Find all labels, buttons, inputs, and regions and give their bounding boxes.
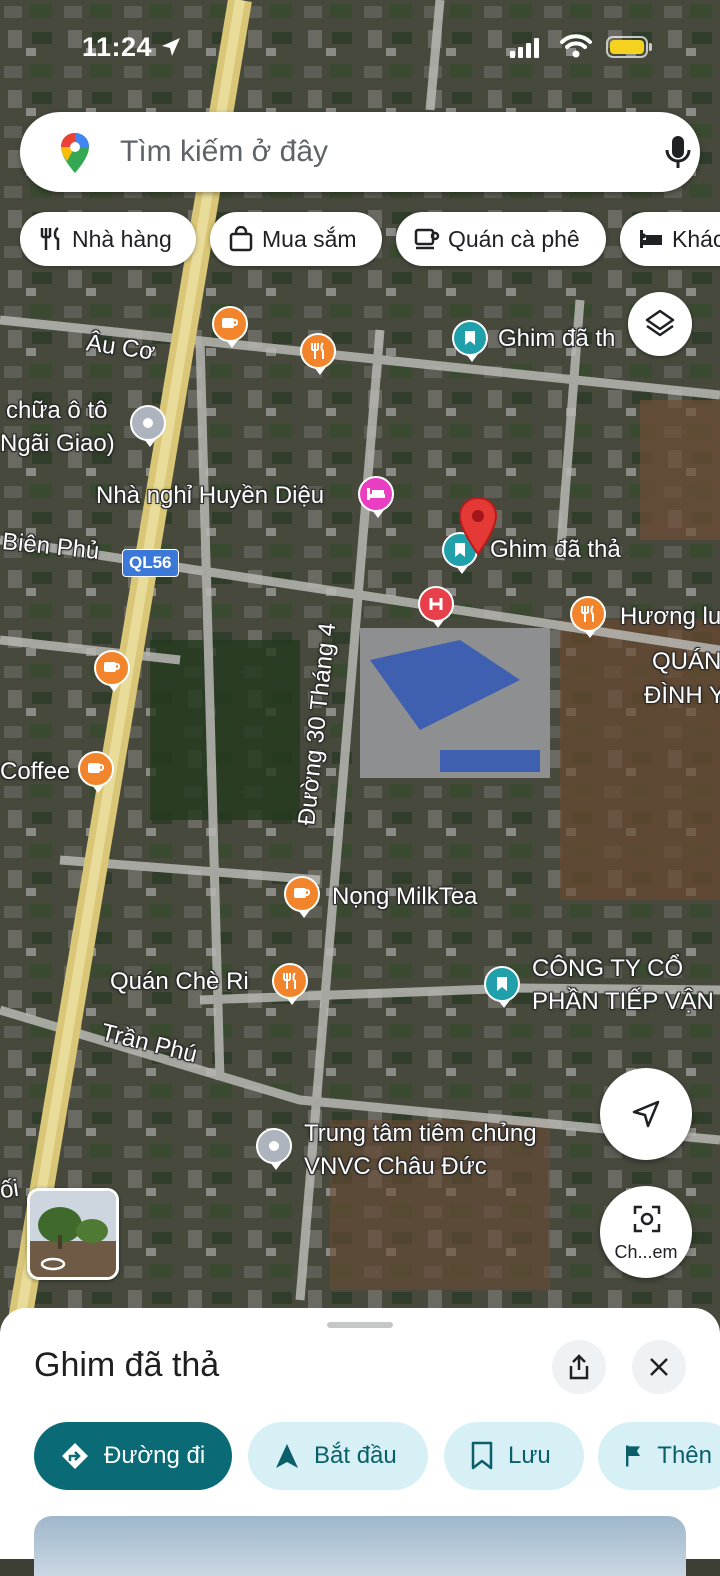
highway-shield-ql56: QL56 xyxy=(122,549,179,577)
wifi-icon xyxy=(560,34,592,58)
coffee-cup-icon xyxy=(414,228,440,250)
chip-hotels[interactable]: Khác xyxy=(620,212,720,266)
place-label-cong-ty-1[interactable]: CÔNG TY CỔ xyxy=(532,955,683,983)
place-label-vnvc-2[interactable]: VNVC Châu Đức xyxy=(304,1153,487,1181)
place-label-coffee[interactable]: Coffee xyxy=(0,758,70,786)
save-button[interactable]: Lưu xyxy=(444,1422,584,1490)
chip-restaurants[interactable]: Nhà hàng xyxy=(20,212,196,266)
chip-label: Mua sắm xyxy=(262,225,357,252)
directions-label: Đường đi xyxy=(104,1442,206,1469)
restaurant-pin[interactable] xyxy=(300,333,336,375)
my-location-button[interactable] xyxy=(600,1068,692,1160)
coffee-cup-icon xyxy=(104,662,120,672)
directions-button[interactable]: Đường đi xyxy=(34,1422,232,1490)
coffee-cup-icon xyxy=(294,888,310,898)
place-label-sua-chua-1[interactable]: chữa ô tô xyxy=(6,397,107,425)
road-label-edge: ối xyxy=(0,1174,21,1205)
layers-icon xyxy=(645,309,675,337)
cafe-pin-coffee[interactable] xyxy=(78,751,114,793)
shopping-bag-icon xyxy=(229,226,253,252)
start-button[interactable]: Bắt đầu xyxy=(248,1422,428,1490)
camera-lens-icon xyxy=(633,1205,661,1233)
location-dot-icon xyxy=(143,418,153,428)
share-button[interactable] xyxy=(552,1340,606,1394)
place-label-che-ri[interactable]: Quán Chè Ri xyxy=(110,968,249,996)
place-label-nha-nghi[interactable]: Nhà nghỉ Huyền Diệu xyxy=(96,482,324,510)
restaurant-pin-huong[interactable] xyxy=(570,596,606,638)
hotel-pin[interactable] xyxy=(358,476,394,518)
cellular-signal-icon xyxy=(510,38,539,58)
place-bottom-sheet: Ghim đã thả Đường đi Bắt đầu Lưu Thên xyxy=(0,1308,720,1576)
category-chips: Nhà hàng Mua sắm Quán cà phê Khác xyxy=(0,212,720,268)
layers-button[interactable] xyxy=(628,292,692,356)
place-label-huong[interactable]: Hương lu xyxy=(620,603,720,631)
bed-icon xyxy=(640,230,662,248)
coffee-cup-icon xyxy=(222,318,238,328)
place-pin-vnvc[interactable] xyxy=(256,1128,292,1170)
location-arrow-icon xyxy=(162,38,180,56)
bed-icon xyxy=(367,488,385,500)
cafe-pin[interactable] xyxy=(212,306,248,348)
status-bar: 11:24 xyxy=(0,0,720,100)
microphone-icon[interactable] xyxy=(664,134,692,172)
fork-knife-icon xyxy=(311,342,324,359)
lens-button-label: Ch...em xyxy=(614,1242,678,1262)
lens-search-button[interactable]: Ch...em xyxy=(600,1186,692,1278)
search-bar[interactable]: Tìm kiếm ở đây xyxy=(20,112,700,192)
chip-label: Khác xyxy=(672,225,720,252)
flag-icon xyxy=(626,1445,641,1467)
save-label: Lưu xyxy=(508,1442,551,1469)
cafe-pin-milktea[interactable] xyxy=(284,876,320,918)
place-pin-sua-chua[interactable] xyxy=(130,405,166,447)
coffee-cup-icon xyxy=(88,763,104,773)
location-dot-icon xyxy=(269,1141,279,1151)
bookmark-icon xyxy=(471,1441,493,1470)
place-title: Ghim đã thả xyxy=(34,1346,220,1384)
place-label-milktea[interactable]: Nọng MilkTea xyxy=(332,883,477,911)
start-label: Bắt đầu xyxy=(314,1442,397,1469)
add-label-button[interactable]: Thên xyxy=(598,1422,720,1490)
rotate-360-icon xyxy=(40,1257,66,1271)
restaurant-pin-che-ri[interactable] xyxy=(272,963,308,1005)
saved-place-pin-cong-ty[interactable] xyxy=(484,966,520,1008)
place-label-ghim-dropped[interactable]: Ghim đã thả xyxy=(490,536,621,564)
street-view-thumbnail[interactable] xyxy=(27,1188,119,1280)
close-button[interactable] xyxy=(632,1340,686,1394)
close-icon xyxy=(650,1358,668,1376)
chip-label: Nhà hàng xyxy=(72,225,172,252)
place-label-quan-2[interactable]: ĐÌNH Y xyxy=(644,682,720,710)
campus-building xyxy=(360,628,550,778)
place-label-ghim-top[interactable]: Ghim đã th xyxy=(498,325,615,353)
directions-icon xyxy=(62,1443,88,1469)
hospital-h-icon xyxy=(429,598,443,610)
status-time: 11:24 xyxy=(82,32,153,62)
place-label-vnvc-1[interactable]: Trung tâm tiêm chủng xyxy=(304,1120,537,1148)
battery-icon xyxy=(606,36,652,58)
chip-shopping[interactable]: Mua sắm xyxy=(210,212,382,266)
navigation-arrow-icon xyxy=(632,1100,660,1128)
fork-knife-icon xyxy=(40,227,60,250)
place-photo[interactable] xyxy=(34,1516,686,1576)
share-icon xyxy=(569,1354,589,1380)
fork-knife-icon xyxy=(283,972,296,989)
place-label-cong-ty-2[interactable]: PHẦN TIẾP VẬN xyxy=(532,988,714,1016)
chip-cafes[interactable]: Quán cà phê xyxy=(396,212,606,266)
sheet-drag-handle[interactable] xyxy=(327,1322,393,1328)
cafe-pin-left[interactable] xyxy=(94,650,130,692)
hospital-pin[interactable] xyxy=(418,586,454,628)
place-label-quan-1[interactable]: QUÁN xyxy=(652,648,720,676)
chip-label: Quán cà phê xyxy=(448,225,580,252)
fork-knife-icon xyxy=(581,605,594,622)
bookmark-icon xyxy=(497,977,507,991)
search-input[interactable]: Tìm kiếm ở đây xyxy=(120,135,328,169)
maps-logo-icon xyxy=(61,133,89,173)
saved-place-pin-top[interactable] xyxy=(452,320,488,362)
add-label-label: Thên xyxy=(657,1442,712,1469)
place-label-sua-chua-2[interactable]: Ngãi Giao) xyxy=(0,430,115,458)
navigation-arrow-icon xyxy=(276,1444,298,1468)
bookmark-icon xyxy=(465,331,475,345)
